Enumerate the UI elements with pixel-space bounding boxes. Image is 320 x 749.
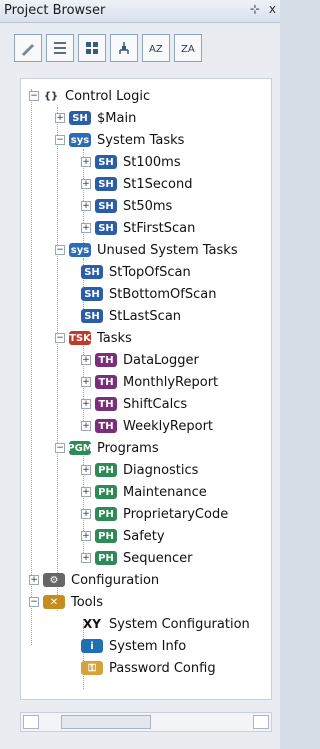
list-icon[interactable] xyxy=(46,34,74,62)
ph-icon: PH xyxy=(95,507,117,521)
expand-toggle[interactable]: + xyxy=(81,509,91,519)
project-browser-panel: Project Browser ⊹ x AZ ZA − {} Control L… xyxy=(0,0,280,749)
tree-item-safety[interactable]: + PH Safety xyxy=(81,525,165,547)
sh-icon: SH xyxy=(95,221,117,235)
expand-toggle[interactable]: + xyxy=(55,113,65,123)
th-icon: TH xyxy=(95,353,117,367)
tree-item-system-info[interactable]: i System Info xyxy=(81,635,186,657)
sh-icon: SH xyxy=(81,309,103,323)
sh-icon: SH xyxy=(81,287,103,301)
scroll-right-button[interactable] xyxy=(253,715,269,729)
expand-toggle[interactable]: + xyxy=(29,575,39,585)
collapse-toggle[interactable]: − xyxy=(29,597,39,607)
sys-icon: sys xyxy=(69,133,91,147)
tree-item-datalogger[interactable]: + TH DataLogger xyxy=(81,349,199,371)
tasks-icon: TSK xyxy=(69,331,91,345)
tree-item-password-config[interactable]: ⚿ Password Config xyxy=(81,657,216,679)
info-icon: i xyxy=(81,639,103,653)
sh-icon: SH xyxy=(95,199,117,213)
expand-toggle[interactable]: + xyxy=(81,399,91,409)
expand-toggle[interactable]: + xyxy=(81,421,91,431)
configuration-icon: ⚙ xyxy=(43,573,65,587)
tree-item-sttopofscan[interactable]: SH StTopOfScan xyxy=(81,261,191,283)
tree-item-stbottomofscan[interactable]: SH StBottomOfScan xyxy=(81,283,216,305)
collapse-toggle[interactable]: − xyxy=(55,135,65,145)
scroll-left-button[interactable] xyxy=(23,715,39,729)
ph-icon: PH xyxy=(95,551,117,565)
sh-icon: SH xyxy=(69,111,91,125)
collapse-toggle[interactable]: − xyxy=(29,91,39,101)
expand-toggle[interactable]: + xyxy=(81,179,91,189)
th-icon: TH xyxy=(95,397,117,411)
tree-item-stfirstscan[interactable]: + SH StFirstScan xyxy=(81,217,195,239)
key-icon: ⚿ xyxy=(81,661,103,675)
tree-item-st100ms[interactable]: + SH St100ms xyxy=(81,151,181,173)
title-bar: Project Browser ⊹ x xyxy=(0,0,280,23)
sh-icon: SH xyxy=(95,155,117,169)
tree-item-st50ms[interactable]: + SH St50ms xyxy=(81,195,172,217)
expand-toggle[interactable]: + xyxy=(81,553,91,563)
toolbar: AZ ZA xyxy=(14,34,202,64)
collapse-toggle[interactable]: − xyxy=(55,443,65,453)
tree-item-diagnostics[interactable]: + PH Diagnostics xyxy=(81,459,198,481)
pencil-icon[interactable] xyxy=(14,34,42,62)
project-tree: − {} Control Logic + SH $Main − sys Syst… xyxy=(20,78,272,700)
scroll-thumb[interactable] xyxy=(61,715,151,729)
tools-icon: ✕ xyxy=(43,595,65,609)
tree-item-system-tasks[interactable]: − sys System Tasks xyxy=(55,129,184,151)
sort-za-icon[interactable]: ZA xyxy=(174,34,202,62)
tree-item-programs[interactable]: − PGM Programs xyxy=(55,437,159,459)
expand-toggle[interactable]: + xyxy=(81,531,91,541)
expand-toggle[interactable]: + xyxy=(81,223,91,233)
svg-text:AZ: AZ xyxy=(149,44,163,55)
xy-icon: XY xyxy=(83,617,101,631)
close-icon[interactable]: x xyxy=(269,2,276,16)
expand-toggle[interactable]: + xyxy=(81,201,91,211)
pin-icon[interactable]: ⊹ xyxy=(250,2,260,16)
ph-icon: PH xyxy=(95,463,117,477)
tree-item-tools[interactable]: − ✕ Tools xyxy=(29,591,103,613)
tree-item-unused-system-tasks[interactable]: − sys Unused System Tasks xyxy=(55,239,238,261)
expand-toggle[interactable]: + xyxy=(81,355,91,365)
tree-item-stlastscan[interactable]: SH StLastScan xyxy=(81,305,181,327)
sys-icon: sys xyxy=(69,243,91,257)
tree-item-monthlyreport[interactable]: + TH MonthlyReport xyxy=(81,371,218,393)
tree-item-main[interactable]: + SH $Main xyxy=(55,107,136,129)
tree-item-weeklyreport[interactable]: + TH WeeklyReport xyxy=(81,415,213,437)
horizontal-scrollbar[interactable] xyxy=(20,712,272,732)
tree-item-proprietarycode[interactable]: + PH ProprietaryCode xyxy=(81,503,228,525)
th-icon: TH xyxy=(95,375,117,389)
tree-item-tasks[interactable]: − TSK Tasks xyxy=(55,327,132,349)
sort-az-icon[interactable]: AZ xyxy=(142,34,170,62)
expand-toggle[interactable]: + xyxy=(81,157,91,167)
expand-toggle[interactable]: + xyxy=(81,377,91,387)
network-icon[interactable] xyxy=(110,34,138,62)
programs-icon: PGM xyxy=(67,441,93,455)
tree-item-maintenance[interactable]: + PH Maintenance xyxy=(81,481,207,503)
expand-toggle[interactable]: + xyxy=(81,487,91,497)
tree-root-control-logic[interactable]: − {} Control Logic xyxy=(29,85,150,107)
tree-item-sequencer[interactable]: + PH Sequencer xyxy=(81,547,192,569)
sh-icon: SH xyxy=(81,265,103,279)
ph-icon: PH xyxy=(95,485,117,499)
grid-icon[interactable] xyxy=(78,34,106,62)
curly-icon: {} xyxy=(43,90,59,102)
tree-item-shiftcalcs[interactable]: + TH ShiftCalcs xyxy=(81,393,187,415)
tree-item-configuration[interactable]: + ⚙ Configuration xyxy=(29,569,159,591)
window-title: Project Browser xyxy=(4,3,106,18)
ph-icon: PH xyxy=(95,529,117,543)
tree-item-system-configuration[interactable]: XY System Configuration xyxy=(81,613,250,635)
collapse-toggle[interactable]: − xyxy=(55,245,65,255)
collapse-toggle[interactable]: − xyxy=(55,333,65,343)
expand-toggle[interactable]: + xyxy=(81,465,91,475)
sh-icon: SH xyxy=(95,177,117,191)
tree-item-st1second[interactable]: + SH St1Second xyxy=(81,173,192,195)
svg-text:ZA: ZA xyxy=(181,44,195,55)
th-icon: TH xyxy=(95,419,117,433)
